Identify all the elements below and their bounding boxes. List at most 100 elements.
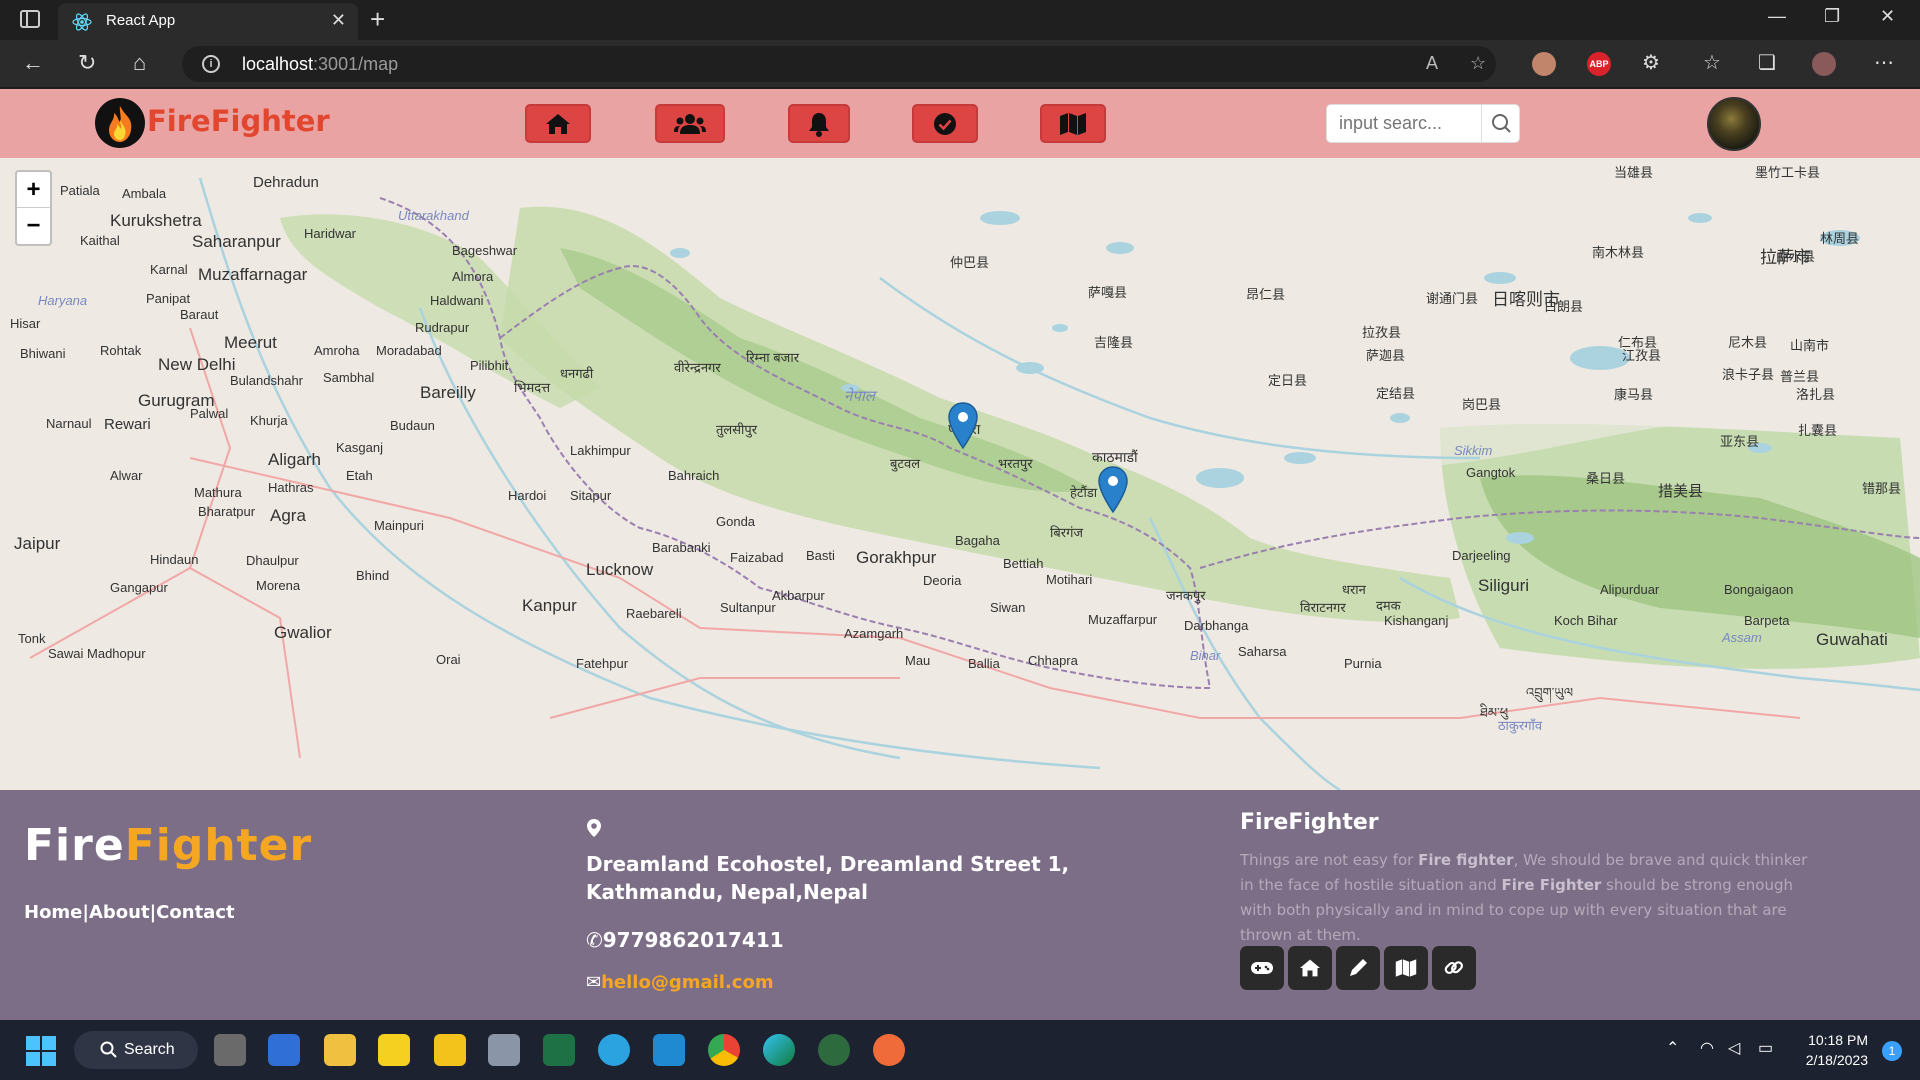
excel-icon[interactable] xyxy=(543,1034,575,1066)
close-tab-icon[interactable]: ✕ xyxy=(331,10,346,31)
map-label: Basti xyxy=(806,548,835,563)
media-player-icon[interactable] xyxy=(434,1034,466,1066)
adblock-icon[interactable]: ABP xyxy=(1587,52,1611,76)
map-label: Faizabad xyxy=(730,550,784,565)
location-marker-kathmandu[interactable] xyxy=(1098,466,1128,514)
favorite-add-icon[interactable]: ☆ xyxy=(1470,53,1486,74)
search-input[interactable] xyxy=(1339,113,1474,134)
map-label: Barabanki xyxy=(652,540,711,555)
sticky-notes-icon[interactable] xyxy=(378,1034,410,1066)
restore-icon[interactable]: ❐ xyxy=(1824,6,1840,27)
taskbar-search[interactable]: Search xyxy=(74,1031,198,1069)
store-icon[interactable] xyxy=(268,1034,300,1066)
volume-icon[interactable]: ◁ xyxy=(1728,1038,1740,1058)
map-icon xyxy=(1395,959,1417,977)
map-view[interactable]: + − Dehradun Patiala Ambala Kurukshetra … xyxy=(0,158,1920,790)
notification-badge[interactable]: 1 xyxy=(1882,1041,1902,1061)
map-label: Rewari xyxy=(104,416,151,433)
calculator-icon[interactable] xyxy=(488,1034,520,1066)
footer-link-contact[interactable]: Contact xyxy=(156,902,234,923)
map-label: འབྲུག་ཡུལ xyxy=(1526,685,1574,700)
battery-icon[interactable]: ▭ xyxy=(1758,1038,1773,1058)
footer-link-about[interactable]: About xyxy=(89,902,150,923)
vertical-tabs-icon[interactable] xyxy=(20,10,40,28)
tray-chevron-icon[interactable]: ⌃ xyxy=(1666,1038,1679,1058)
footer-game-button[interactable] xyxy=(1240,946,1284,990)
windows-start-icon[interactable] xyxy=(26,1036,56,1066)
map-label: 萨迦县 xyxy=(1366,348,1406,363)
map-label: Bahraich xyxy=(668,468,720,483)
browser-tab[interactable]: React App ✕ xyxy=(58,3,358,40)
map-label: रिम्ना बजार xyxy=(746,350,800,365)
user-avatar[interactable] xyxy=(1707,97,1761,151)
file-explorer-icon[interactable] xyxy=(324,1034,356,1066)
map-label: Mainpuri xyxy=(374,518,424,533)
footer-link-home[interactable]: Home xyxy=(24,902,82,923)
footer-about-title: FireFighter xyxy=(1240,810,1379,835)
location-marker-pokhara[interactable] xyxy=(948,402,978,450)
url-text: localhost:3001/map xyxy=(242,54,398,75)
more-icon[interactable]: ⋯ xyxy=(1874,50,1894,75)
map-label: Sambhal xyxy=(323,370,375,385)
postman-icon[interactable] xyxy=(873,1034,905,1066)
map-label: 岗巴县 xyxy=(1462,397,1502,412)
map-label: Bihar xyxy=(1190,648,1221,663)
react-app: FireFighter input searc... + − Dehradun … xyxy=(0,89,1920,1020)
zoom-in-button[interactable]: + xyxy=(17,172,50,208)
map-label: 昂仁县 xyxy=(1246,287,1286,302)
footer-map-button[interactable] xyxy=(1384,946,1428,990)
home-icon[interactable]: ⌂ xyxy=(133,50,146,76)
footer-email-address[interactable]: hello@gmail.com xyxy=(601,972,774,993)
chrome-icon[interactable] xyxy=(708,1034,740,1066)
url-field[interactable]: i localhost:3001/map A ☆ xyxy=(182,46,1496,82)
profile-avatar[interactable] xyxy=(1812,52,1836,76)
window-close-icon[interactable]: ✕ xyxy=(1880,6,1895,27)
mongodb-compass-icon[interactable] xyxy=(818,1034,850,1066)
search-button[interactable] xyxy=(1481,105,1519,142)
telegram-icon[interactable] xyxy=(598,1034,630,1066)
map-label: Bulandshahr xyxy=(230,373,303,388)
app-icon-car[interactable] xyxy=(214,1034,246,1066)
map-label: Jaipur xyxy=(14,534,61,553)
taskbar-clock[interactable]: 10:18 PM 2/18/2023 xyxy=(1806,1030,1868,1070)
favorites-icon[interactable]: ☆ xyxy=(1703,50,1721,75)
back-icon[interactable]: ← xyxy=(22,50,44,76)
users-icon xyxy=(674,113,706,134)
about-text-part: Things are not easy for xyxy=(1240,851,1419,869)
map-label: Narnaul xyxy=(46,416,92,431)
map-label: Kurukshetra xyxy=(110,211,202,230)
footer-home-button[interactable] xyxy=(1288,946,1332,990)
nav-notifications-button[interactable] xyxy=(788,104,850,143)
nav-tasks-button[interactable] xyxy=(912,104,978,143)
extension-icon[interactable] xyxy=(1532,52,1556,76)
footer-link-separator: | xyxy=(82,902,89,923)
map-label: Koch Bihar xyxy=(1554,613,1618,628)
nav-map-button[interactable] xyxy=(1040,104,1106,143)
new-tab-icon[interactable]: + xyxy=(370,4,385,35)
nav-home-button[interactable] xyxy=(525,104,591,143)
home-icon xyxy=(546,113,570,134)
edge-icon[interactable] xyxy=(763,1034,795,1066)
map-label: Saharsa xyxy=(1238,644,1287,659)
nav-users-button[interactable] xyxy=(655,104,725,143)
map-label: Palwal xyxy=(190,406,229,421)
vscode-icon[interactable] xyxy=(653,1034,685,1066)
extensions-icon[interactable]: ⚙ xyxy=(1642,50,1660,75)
read-aloud-icon[interactable]: A xyxy=(1426,53,1438,74)
map-label: 定日县 xyxy=(1268,373,1308,388)
footer-email[interactable]: ✉hello@gmail.com xyxy=(586,972,774,993)
zoom-out-button[interactable]: − xyxy=(17,208,50,244)
map-label: Budaun xyxy=(390,418,435,433)
collections-icon[interactable]: ❏ xyxy=(1758,50,1776,75)
footer-edit-button[interactable] xyxy=(1336,946,1380,990)
map-label: Sultanpur xyxy=(720,600,776,615)
refresh-icon[interactable]: ↻ xyxy=(78,50,96,76)
site-info-icon[interactable]: i xyxy=(202,55,220,73)
fire-logo-icon[interactable] xyxy=(95,98,145,148)
about-text-bold: Fire Fighter xyxy=(1501,876,1602,894)
minimize-icon[interactable]: — xyxy=(1768,6,1786,27)
brand-name[interactable]: FireFighter xyxy=(147,104,330,138)
footer-link-button[interactable] xyxy=(1432,946,1476,990)
wifi-icon[interactable]: ◠ xyxy=(1700,1038,1714,1058)
map-label: 尼木县 xyxy=(1728,335,1768,350)
